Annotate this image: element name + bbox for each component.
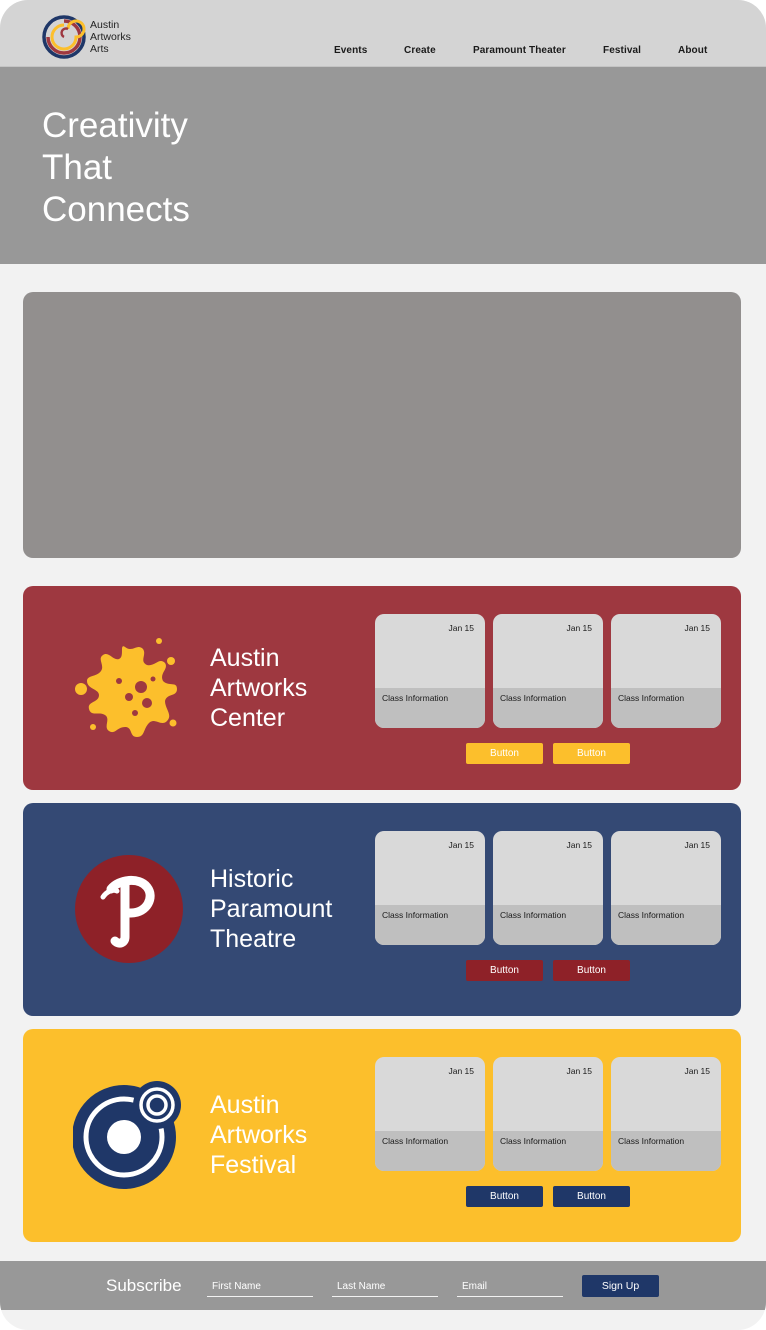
venue-name-line: Paramount <box>210 895 333 923</box>
card-date: Jan 15 <box>566 1066 592 1076</box>
card-date: Jan 15 <box>684 1066 710 1076</box>
class-card[interactable]: Jan 15 Class Information <box>375 831 485 945</box>
venue-button-primary[interactable]: Button <box>466 743 543 764</box>
first-name-field-wrap <box>207 1276 313 1297</box>
paramount-p-icon <box>75 855 183 963</box>
venue-name-line: Austin <box>210 1091 280 1119</box>
email-field[interactable] <box>457 1276 563 1297</box>
venue-name-line: Festival <box>210 1151 297 1179</box>
last-name-field-wrap <box>332 1276 438 1297</box>
email-field-wrap <box>457 1276 563 1297</box>
class-card[interactable]: Jan 15 Class Information <box>611 1057 721 1171</box>
venue-button-secondary[interactable]: Button <box>553 1186 630 1207</box>
card-info-text: Class Information <box>618 1136 685 1146</box>
card-info-text: Class Information <box>382 1136 449 1146</box>
venue-name-line: Historic <box>210 865 294 893</box>
class-card[interactable]: Jan 15 Class Information <box>375 1057 485 1171</box>
class-card[interactable]: Jan 15 Class Information <box>611 831 721 945</box>
page: Austin Artworks Arts Events Create Param… <box>0 0 766 1330</box>
venue-section-center: Austin Artworks Center Jan 15 Class Info… <box>23 586 741 790</box>
class-card[interactable]: Jan 15 Class Information <box>375 614 485 728</box>
card-info-panel: Class Information <box>375 905 485 945</box>
card-info-text: Class Information <box>500 693 567 703</box>
card-date: Jan 15 <box>684 840 710 850</box>
card-info-panel: Class Information <box>375 688 485 728</box>
venue-name-line: Austin <box>210 644 280 672</box>
brand-name-line: Artworks <box>90 31 131 43</box>
subscribe-title: Subscribe <box>106 1276 182 1295</box>
venue-name-line: Artworks <box>210 674 308 702</box>
nav-item-about[interactable]: About <box>678 45 707 56</box>
nav-item-create[interactable]: Create <box>404 45 436 56</box>
class-card[interactable]: Jan 15 Class Information <box>493 1057 603 1171</box>
card-info-panel: Class Information <box>611 1131 721 1171</box>
class-card[interactable]: Jan 15 Class Information <box>611 614 721 728</box>
card-date: Jan 15 <box>448 623 474 633</box>
main-nav: Events Create Paramount Theater Festival… <box>0 45 766 59</box>
subscribe-bar: Subscribe Sign Up <box>0 1261 766 1310</box>
venue-name: Historic Paramount Theatre <box>210 864 332 954</box>
feature-image-placeholder <box>23 292 741 558</box>
site-header: Austin Artworks Arts Events Create Param… <box>0 0 766 67</box>
nav-item-paramount-theater[interactable]: Paramount Theater <box>473 45 566 56</box>
venue-name-line: Artworks <box>210 1121 308 1149</box>
card-date: Jan 15 <box>566 623 592 633</box>
card-date: Jan 15 <box>566 840 592 850</box>
hero-title: Creativity That Connects <box>42 105 190 231</box>
card-info-panel: Class Information <box>611 905 721 945</box>
paint-splatter-icon <box>75 638 177 737</box>
hero-title-line: That <box>42 148 113 187</box>
brand-name-line: Austin <box>90 19 120 31</box>
card-info-text: Class Information <box>500 1136 567 1146</box>
venue-name: Austin Artworks Center <box>210 643 307 733</box>
venue-section-paramount: Historic Paramount Theatre Jan 15 Class … <box>23 803 741 1016</box>
class-card[interactable]: Jan 15 Class Information <box>493 614 603 728</box>
class-card[interactable]: Jan 15 Class Information <box>493 831 603 945</box>
venue-button-secondary[interactable]: Button <box>553 960 630 981</box>
card-date: Jan 15 <box>684 623 710 633</box>
card-date: Jan 15 <box>448 840 474 850</box>
venue-button-secondary[interactable]: Button <box>553 743 630 764</box>
card-info-text: Class Information <box>618 910 685 920</box>
venue-section-festival: Austin Artworks Festival Jan 15 Class In… <box>23 1029 741 1242</box>
card-info-panel: Class Information <box>375 1131 485 1171</box>
card-info-panel: Class Information <box>493 905 603 945</box>
last-name-field[interactable] <box>332 1276 438 1297</box>
nav-item-festival[interactable]: Festival <box>603 45 641 56</box>
card-info-text: Class Information <box>500 910 567 920</box>
hero-section: Creativity That Connects <box>0 67 766 264</box>
hero-title-line: Connects <box>42 190 190 229</box>
venue-name-line: Center <box>210 704 286 732</box>
venue-button-primary[interactable]: Button <box>466 1186 543 1207</box>
card-date: Jan 15 <box>448 1066 474 1076</box>
card-info-text: Class Information <box>618 693 685 703</box>
card-info-panel: Class Information <box>611 688 721 728</box>
nav-item-events[interactable]: Events <box>334 45 367 56</box>
card-info-text: Class Information <box>382 910 449 920</box>
first-name-field[interactable] <box>207 1276 313 1297</box>
hero-title-line: Creativity <box>42 106 188 145</box>
card-info-text: Class Information <box>382 693 449 703</box>
card-info-panel: Class Information <box>493 688 603 728</box>
card-info-panel: Class Information <box>493 1131 603 1171</box>
venue-button-primary[interactable]: Button <box>466 960 543 981</box>
venue-name: Austin Artworks Festival <box>210 1090 307 1180</box>
festival-circles-icon <box>73 1081 181 1189</box>
sign-up-button[interactable]: Sign Up <box>582 1275 659 1297</box>
venue-name-line: Theatre <box>210 925 297 953</box>
